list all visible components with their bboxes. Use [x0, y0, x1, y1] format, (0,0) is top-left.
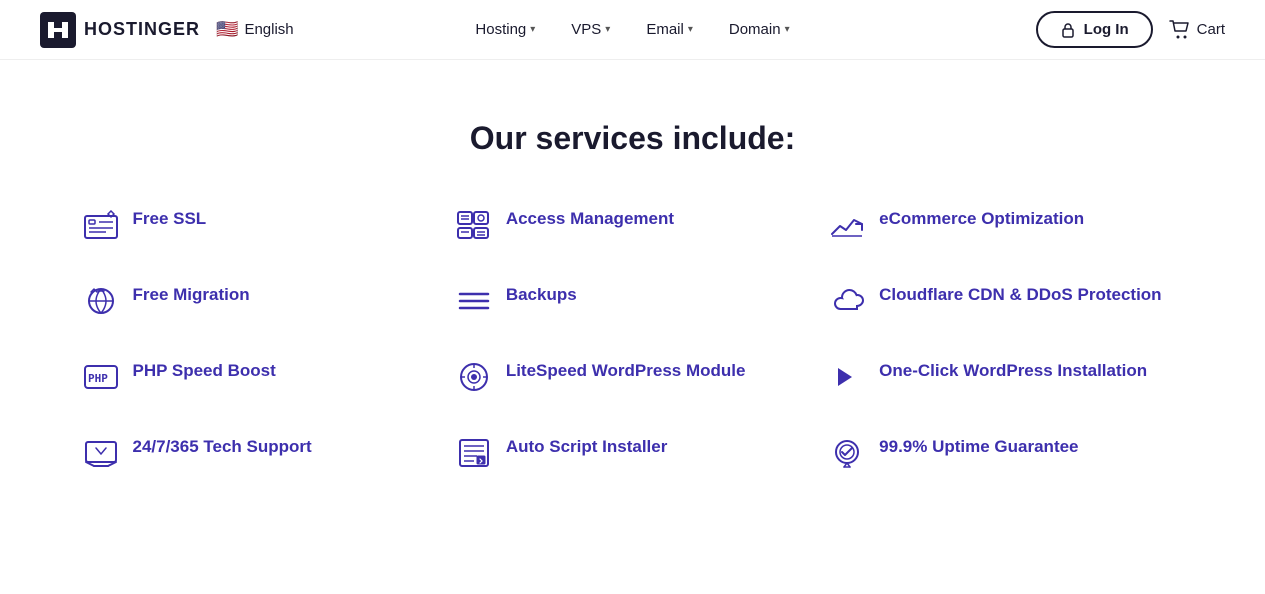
service-label: Auto Script Installer	[506, 435, 668, 459]
service-label: Access Management	[506, 207, 674, 231]
service-access-management: Access Management	[456, 207, 809, 243]
service-php-speed: PHP PHP Speed Boost	[83, 359, 436, 395]
header-left: HOSTINGER 🇺🇸 English	[40, 12, 294, 48]
main-nav: Hosting ▾ VPS ▾ Email ▾ Domain ▾	[461, 13, 803, 46]
services-grid: Free SSL Access Management	[83, 207, 1183, 471]
chevron-down-icon: ▾	[605, 24, 610, 35]
cart-button[interactable]: Cart	[1169, 20, 1225, 40]
service-label: Free SSL	[133, 207, 207, 231]
nav-hosting[interactable]: Hosting ▾	[461, 13, 549, 46]
support-icon	[83, 435, 119, 471]
service-label: Backups	[506, 283, 577, 307]
section-title: Our services include:	[80, 120, 1185, 157]
service-ecommerce: eCommerce Optimization	[829, 207, 1182, 243]
header-right: Log In Cart	[1036, 11, 1225, 48]
migration-icon	[83, 283, 119, 319]
svg-text:PHP: PHP	[88, 372, 108, 385]
service-backups: Backups	[456, 283, 809, 319]
service-label: 99.9% Uptime Guarantee	[879, 435, 1078, 459]
litespeed-icon	[456, 359, 492, 395]
service-label: Cloudflare CDN & DDoS Protection	[879, 283, 1161, 307]
chevron-down-icon: ▾	[688, 24, 693, 35]
uptime-icon	[829, 435, 865, 471]
main-content: Our services include: Free SSL	[0, 60, 1265, 511]
nav-email[interactable]: Email ▾	[632, 13, 707, 46]
cart-icon	[1169, 20, 1191, 40]
service-label: PHP Speed Boost	[133, 359, 276, 383]
service-free-migration: Free Migration	[83, 283, 436, 319]
service-label: One-Click WordPress Installation	[879, 359, 1147, 383]
service-label: LiteSpeed WordPress Module	[506, 359, 746, 383]
service-label: 24/7/365 Tech Support	[133, 435, 312, 459]
script-icon	[456, 435, 492, 471]
hostinger-logo-icon	[40, 12, 76, 48]
chevron-down-icon: ▾	[530, 24, 535, 35]
logo-text: HOSTINGER	[84, 19, 200, 40]
chevron-down-icon: ▾	[785, 24, 790, 35]
flag-icon: 🇺🇸	[216, 19, 238, 40]
service-label: eCommerce Optimization	[879, 207, 1084, 231]
service-tech-support: 24/7/365 Tech Support	[83, 435, 436, 471]
lock-icon	[1060, 22, 1076, 38]
language-selector[interactable]: 🇺🇸 English	[216, 19, 294, 40]
ecommerce-icon	[829, 207, 865, 243]
backups-icon	[456, 283, 492, 319]
php-icon: PHP	[83, 359, 119, 395]
ssl-icon	[83, 207, 119, 243]
service-one-click-wp: One-Click WordPress Installation	[829, 359, 1182, 395]
wordpress-icon	[829, 359, 865, 395]
service-uptime: 99.9% Uptime Guarantee	[829, 435, 1182, 471]
service-free-ssl: Free SSL	[83, 207, 436, 243]
service-label: Free Migration	[133, 283, 250, 307]
service-cloudflare: Cloudflare CDN & DDoS Protection	[829, 283, 1182, 319]
language-label: English	[244, 21, 293, 38]
service-auto-script: Auto Script Installer	[456, 435, 809, 471]
nav-domain[interactable]: Domain ▾	[715, 13, 804, 46]
logo[interactable]: HOSTINGER	[40, 12, 200, 48]
access-icon	[456, 207, 492, 243]
nav-vps[interactable]: VPS ▾	[557, 13, 624, 46]
service-litespeed: LiteSpeed WordPress Module	[456, 359, 809, 395]
header: HOSTINGER 🇺🇸 English Hosting ▾ VPS ▾ Ema…	[0, 0, 1265, 60]
cloudflare-icon	[829, 283, 865, 319]
login-button[interactable]: Log In	[1036, 11, 1153, 48]
